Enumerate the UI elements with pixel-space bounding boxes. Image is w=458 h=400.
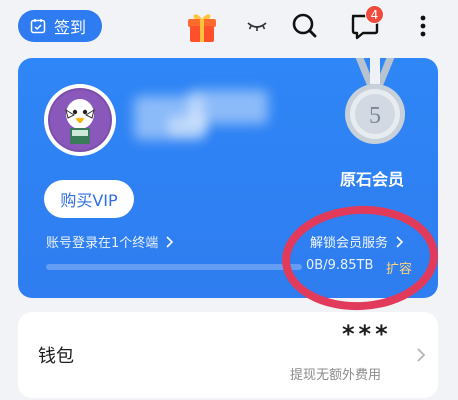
search-icon[interactable] [290,11,320,41]
login-status-link[interactable]: 账号登录在1个终端 [46,232,174,251]
avatar[interactable] [44,84,116,156]
top-bar: 签到 4 [0,0,458,54]
checkin-button[interactable]: 签到 [18,10,102,42]
chevron-right-icon [396,235,404,248]
medal-number: 5 [369,103,381,129]
wallet-card[interactable]: 钱包 *** 提现无额外费用 [18,312,438,398]
chevron-right-icon [166,235,174,248]
medal-icon: 5 [345,58,405,144]
notification-badge: 4 [365,5,384,24]
screen: 签到 4 5 原石会员 购买VIP 账号登录在1个终端 解锁会员服务 0B/9.… [0,0,458,400]
more-options-icon[interactable] [416,12,430,40]
membership-tier: 原石会员 [340,170,405,189]
buy-vip-button[interactable]: 购买VIP [44,180,134,218]
wallet-title: 钱包 [38,346,74,367]
expand-storage-link[interactable]: 扩容 [386,258,412,277]
unlock-services-text: 解锁会员服务 [310,236,389,251]
wallet-subtitle: 提现无额外费用 [290,368,382,383]
gift-icon[interactable] [184,9,220,45]
storage-usage-text: 0B/9.85TB [306,258,374,273]
chevron-right-icon [417,348,426,362]
hide-eye-icon[interactable] [246,17,268,35]
checkin-label: 签到 [54,18,87,37]
login-status-text: 账号登录在1个终端 [46,236,159,251]
wallet-balance-masked: *** [342,320,392,348]
unlock-services-link[interactable]: 解锁会员服务 [310,232,404,251]
account-card: 5 原石会员 购买VIP 账号登录在1个终端 解锁会员服务 0B/9.85TB … [18,58,438,298]
eagle-avatar-icon [48,88,112,152]
calendar-check-icon [30,19,46,34]
username-redacted [168,116,208,136]
storage-progress-bar [46,264,302,270]
